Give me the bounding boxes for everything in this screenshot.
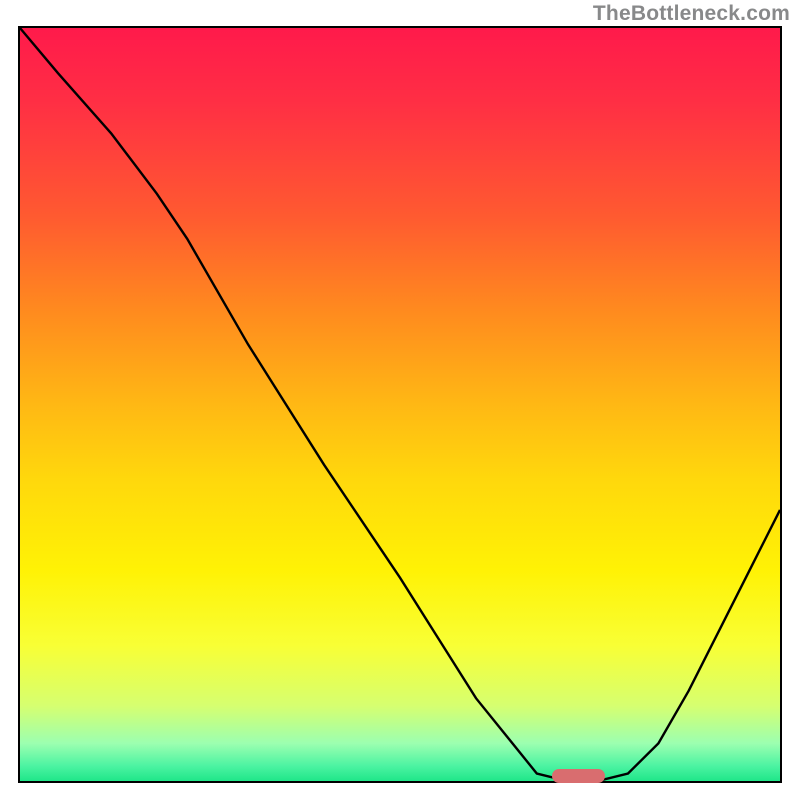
chart-frame: TheBottleneck.com: [0, 0, 800, 800]
optimal-range-marker: [552, 769, 605, 783]
watermark-text: TheBottleneck.com: [593, 2, 790, 26]
plot-area: [18, 26, 782, 783]
curve-path: [20, 28, 780, 781]
bottleneck-curve: [20, 28, 780, 781]
